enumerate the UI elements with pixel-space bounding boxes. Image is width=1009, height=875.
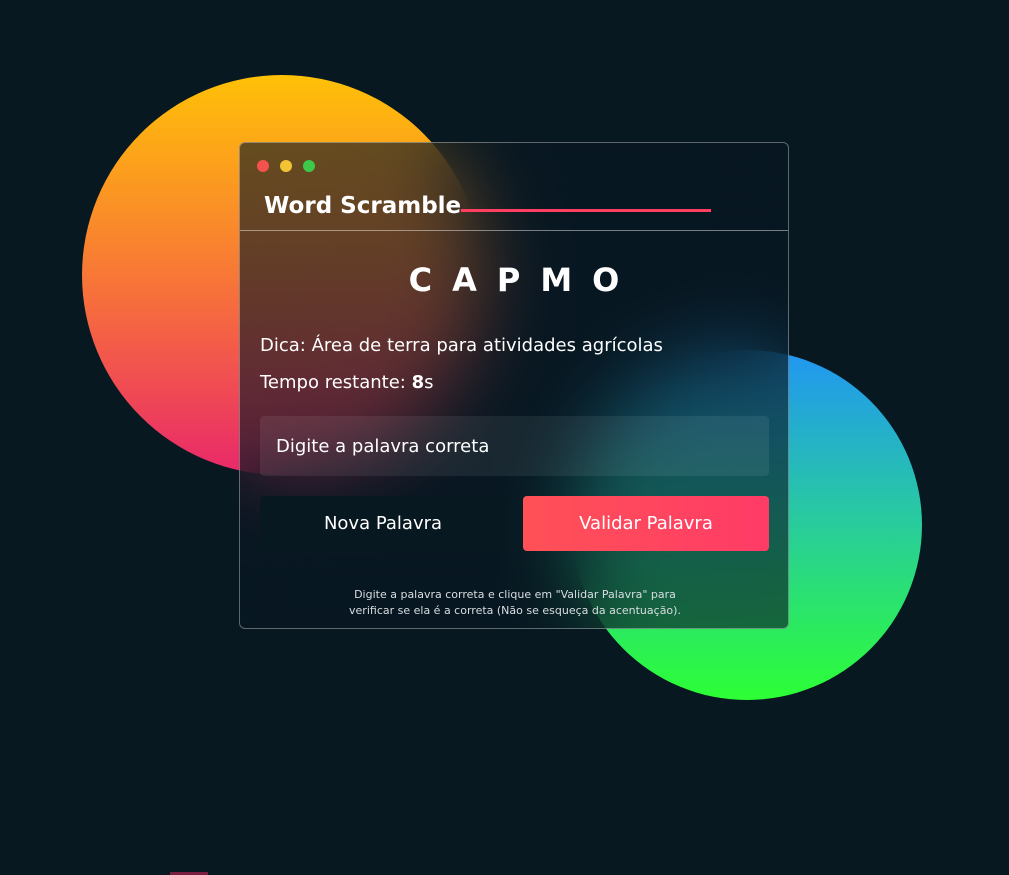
new-word-button[interactable]: Nova Palavra [260, 496, 506, 551]
minimize-dot-icon[interactable] [280, 160, 292, 172]
hint-label: Dica: [260, 335, 306, 356]
timer-unit: s [424, 372, 434, 393]
hint-value: Área de terra para atividades agrícolas [311, 335, 663, 356]
close-dot-icon[interactable] [257, 160, 269, 172]
hint-text: Dica: Área de terra para atividades agrí… [260, 335, 663, 356]
timer-value: 8 [411, 372, 425, 393]
scrambled-word: CAPMO [408, 261, 640, 299]
title-underline [461, 209, 711, 212]
timer-label: Tempo restante: [260, 372, 406, 393]
maximize-dot-icon[interactable] [303, 160, 315, 172]
app-title: Word Scramble [264, 193, 462, 219]
window-controls [257, 160, 315, 172]
instructions-line-2: verificar se ela é a correta (Não se esq… [349, 604, 681, 617]
window-header: Word Scramble [240, 143, 788, 231]
timer-text: Tempo restante: 8s [260, 372, 434, 393]
instructions-text: Digite a palavra correta e clique em "Va… [320, 587, 710, 619]
instructions-line-1: Digite a palavra correta e clique em "Va… [354, 588, 676, 601]
game-window: Word Scramble CAPMO Dica: Área de terra … [239, 142, 789, 629]
validate-word-button[interactable]: Validar Palavra [523, 496, 769, 551]
word-input[interactable] [260, 416, 769, 476]
